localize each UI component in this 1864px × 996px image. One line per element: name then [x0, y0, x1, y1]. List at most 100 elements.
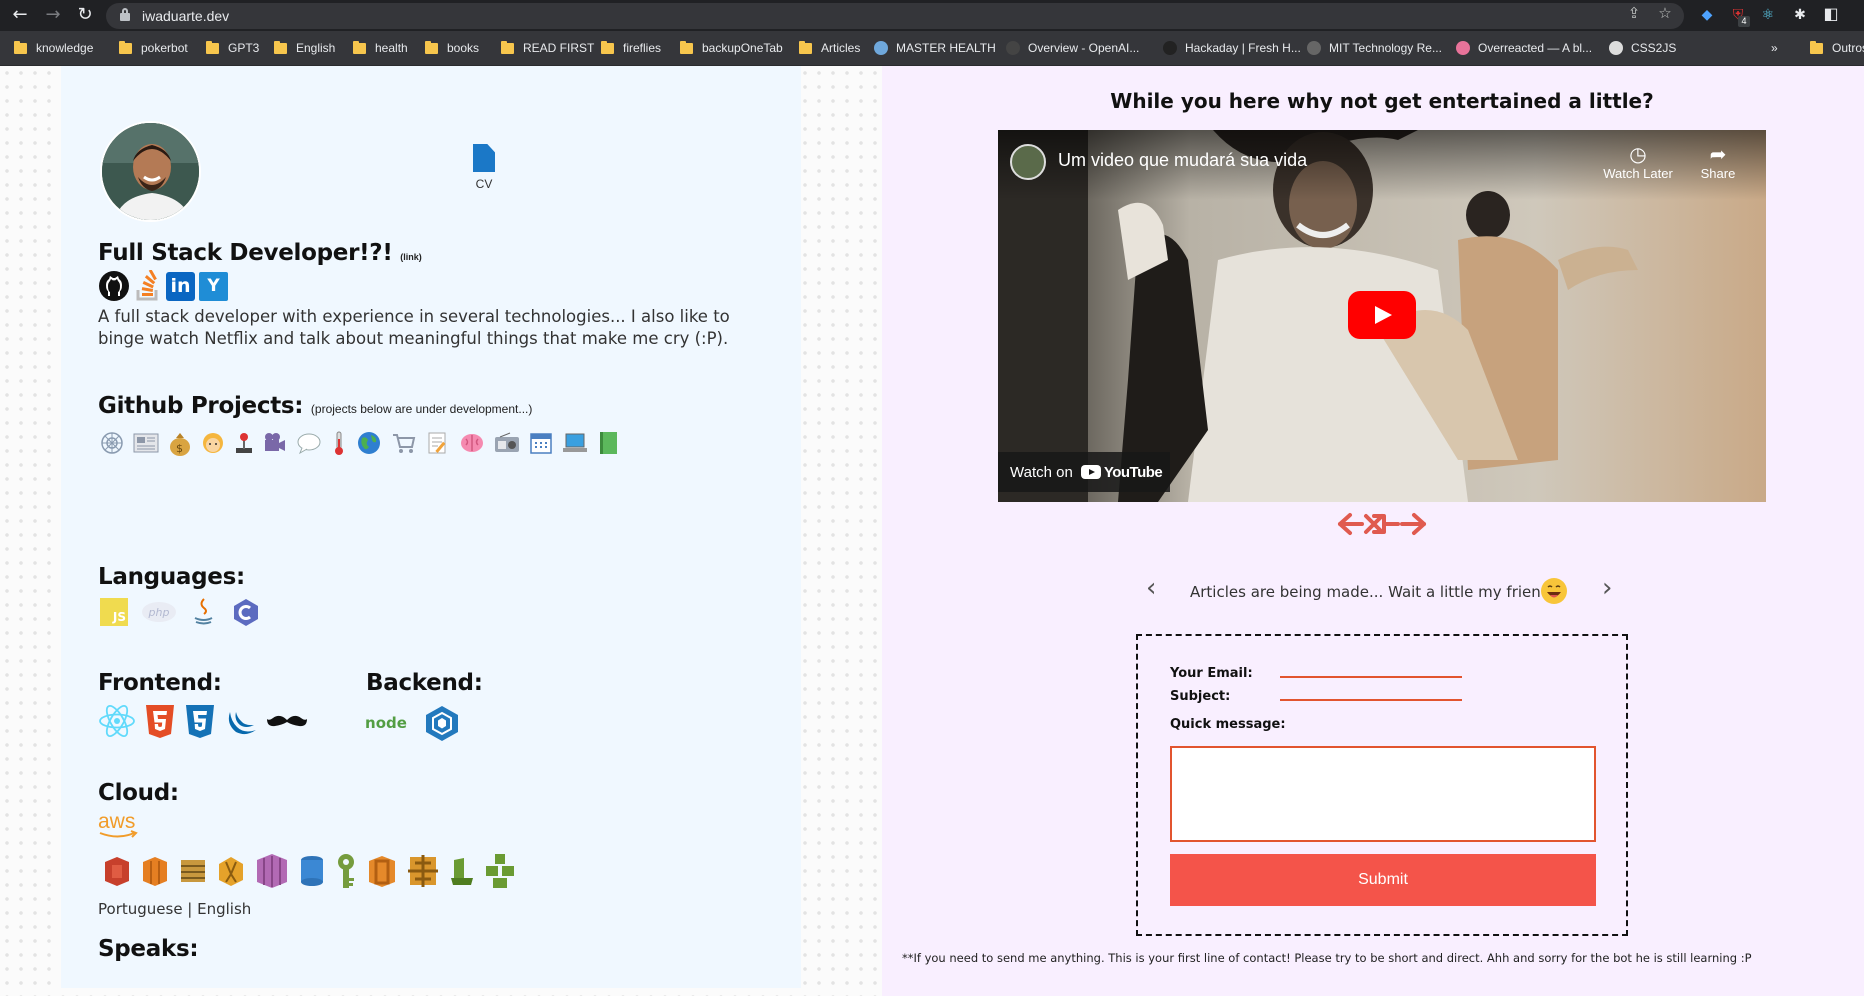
watch-on-youtube-button[interactable]: Watch on YouTube [998, 452, 1170, 492]
jquery-icon[interactable] [224, 704, 258, 738]
laptop-icon[interactable] [562, 431, 588, 455]
html5-icon[interactable] [144, 703, 176, 739]
aws-ec2-icon[interactable] [140, 854, 170, 888]
aws-codedeploy-icon[interactable] [484, 852, 516, 890]
sequelize-icon[interactable] [424, 704, 460, 742]
aws-iam-key-icon[interactable] [334, 852, 358, 890]
stackoverflow-icon[interactable] [134, 270, 162, 302]
nodejs-icon[interactable]: node [364, 707, 408, 739]
linkedin-icon[interactable]: in [166, 271, 195, 301]
aws-beanstalk-icon[interactable] [448, 854, 476, 888]
bookmark-hackaday-fresh-h[interactable]: Hackaday | Fresh H... [1163, 39, 1301, 57]
shopping-cart-icon[interactable] [391, 431, 417, 455]
folder-icon [274, 40, 287, 54]
bookmark-css2js[interactable]: CSS2JS [1609, 39, 1676, 57]
aws-rds-icon[interactable] [298, 854, 326, 888]
globe-icon[interactable] [356, 430, 382, 456]
react-devtools-icon[interactable]: ⚛ [1758, 5, 1778, 25]
aws-service-red-icon[interactable] [102, 854, 132, 888]
extension-diamond-icon[interactable]: ◆ [1697, 5, 1717, 25]
subject-field[interactable] [1280, 683, 1462, 701]
carousel-next-icon[interactable]: › [1602, 573, 1612, 603]
aws-logo[interactable]: aws [98, 811, 140, 842]
site-favicon-icon [1456, 41, 1470, 55]
title-link-note[interactable]: (link) [400, 252, 422, 262]
bookmark-label: READ FIRST [523, 41, 595, 55]
javascript-icon[interactable]: JS [100, 598, 128, 626]
bookmark-health[interactable]: health [353, 39, 408, 57]
calendar-icon[interactable] [529, 431, 553, 455]
radio-icon[interactable] [494, 432, 520, 454]
folder-icon [119, 40, 132, 54]
speech-bubble-icon[interactable] [296, 431, 322, 455]
watch-later-button[interactable]: ◷ Watch Later [1598, 142, 1678, 181]
youtube-play-icon [1080, 465, 1101, 479]
reload-icon[interactable]: ↻ [74, 4, 96, 26]
bookmark-english[interactable]: English [274, 39, 335, 57]
speaks-text: Portuguese | English [98, 900, 252, 918]
thermometer-icon[interactable] [331, 430, 347, 456]
aws-lambda-icon[interactable] [216, 854, 246, 888]
other-bookmarks-folder[interactable]: Outros [1810, 39, 1864, 57]
aws-cloudwatch-icon[interactable] [254, 852, 290, 890]
languages-title: Languages: [98, 564, 245, 590]
sidepanel-icon[interactable]: ◧ [1821, 4, 1841, 24]
joystick-icon[interactable] [234, 431, 254, 455]
folder-icon [680, 40, 693, 54]
carousel-prev-icon[interactable]: ‹ [1146, 573, 1156, 603]
bookmark-read-first[interactable]: READ FIRST [501, 39, 594, 57]
bookmarks-overflow-icon[interactable]: » [1771, 39, 1778, 57]
bookmark-knowledge[interactable]: knowledge [14, 39, 93, 57]
bookmark-gpt3[interactable]: GPT3 [206, 39, 259, 57]
yammer-icon[interactable]: Y [199, 271, 228, 301]
bookmark-books[interactable]: books [425, 39, 479, 57]
bookmark-backuponetab[interactable]: backupOneTab [680, 39, 783, 57]
browser-toolbar: ← → ↻ iwaduarte.dev ⇪ ☆ ◆ ⛨ 4 ⚛ ✱ ◧ [0, 0, 1864, 31]
back-arrow-icon[interactable]: ← [9, 4, 31, 26]
memo-icon[interactable] [426, 431, 450, 455]
green-book-icon[interactable] [597, 430, 619, 456]
bookmark-overview-openai[interactable]: Overview - OpenAI... [1006, 39, 1139, 57]
url-text[interactable]: iwaduarte.dev [142, 8, 229, 24]
bookmark-articles[interactable]: Articles [799, 39, 860, 57]
mustache-icon[interactable] [266, 711, 308, 731]
address-bar[interactable]: iwaduarte.dev ⇪ ☆ [106, 3, 1684, 29]
share-button[interactable]: ➦ Share [1678, 142, 1758, 181]
email-field[interactable] [1280, 660, 1462, 678]
money-bag-icon[interactable]: $ [168, 430, 192, 456]
github-icon[interactable] [98, 270, 130, 302]
person-blonde-icon[interactable] [201, 430, 225, 456]
puzzle-extensions-icon[interactable]: ✱ [1790, 5, 1810, 25]
newspaper-icon[interactable] [133, 432, 159, 454]
aws-s3-icon[interactable] [178, 854, 208, 888]
react-icon[interactable] [98, 704, 136, 738]
video-title[interactable]: Um video que mudará sua vida [1058, 150, 1307, 171]
spider-web-icon[interactable] [100, 431, 124, 455]
submit-button[interactable]: Submit [1170, 854, 1596, 906]
articles-status-text: Articles are being made... Wait a little… [1190, 583, 1556, 601]
message-textarea[interactable] [1170, 746, 1596, 842]
youtube-video-embed[interactable]: Um video que mudará sua vida ◷ Watch Lat… [998, 130, 1766, 502]
bookmark-label: MASTER HEALTH [896, 41, 996, 55]
share-page-icon[interactable]: ⇪ [1624, 3, 1644, 23]
brain-icon[interactable] [459, 431, 485, 455]
bookmark-pokerbot[interactable]: pokerbot [119, 39, 188, 57]
aws-amplify-icon[interactable] [366, 853, 398, 889]
youtube-play-button[interactable] [1348, 291, 1416, 339]
java-icon[interactable] [190, 596, 218, 628]
forward-arrow-icon[interactable]: → [42, 4, 64, 26]
bookmark-mit-technology-re[interactable]: MIT Technology Re... [1307, 39, 1442, 57]
bookmark-master-health[interactable]: MASTER HEALTH [874, 39, 996, 57]
folder-icon [425, 40, 438, 54]
c-language-icon[interactable] [232, 597, 260, 627]
php-icon[interactable]: php [142, 602, 176, 622]
bookmark-fireflies[interactable]: fireflies [601, 39, 661, 57]
video-camera-icon[interactable] [263, 431, 287, 455]
aws-api-gateway-icon[interactable] [406, 853, 440, 889]
cv-download-link[interactable]: CV [464, 144, 504, 191]
channel-avatar[interactable] [1010, 144, 1046, 180]
bookmark-star-icon[interactable]: ☆ [1655, 3, 1675, 23]
shuffle-arrows-icon[interactable] [1336, 506, 1428, 542]
bookmark-overreacted-a-bl[interactable]: Overreacted — A bl... [1456, 39, 1592, 57]
css3-icon[interactable] [184, 703, 216, 739]
